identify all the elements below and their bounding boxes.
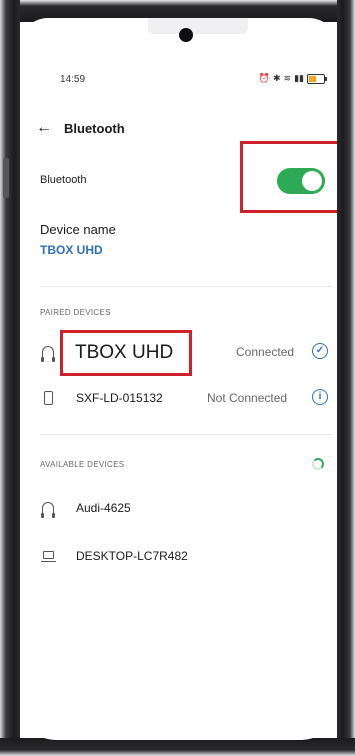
back-arrow-icon[interactable]: ← [36,119,56,137]
phone-bezel-bottom [0,738,355,756]
available-device-name: Audi-4625 [76,501,131,515]
phone-screen: 14:59 ⏰ ✱ ≋ ▮▮ ← Bluetooth Bluetooth Dev… [20,18,337,740]
scanning-spinner-icon [312,458,324,470]
phone-side-button [3,158,9,198]
headphone-icon [40,344,56,362]
device-name-row[interactable]: Device name TBOX UHD [40,222,116,257]
available-device-row-2[interactable]: DESKTOP-LC7R482 [20,544,337,572]
phone-bezel-left [0,0,20,756]
bluetooth-toggle-label: Bluetooth [40,174,87,186]
paired-device-status: Not Connected [207,391,288,405]
status-icons: ⏰ ✱ ≋ ▮▮ [258,73,327,84]
phone-icon [40,390,56,406]
divider [40,434,332,435]
device-name-value: TBOX UHD [40,243,103,257]
available-device-name: DESKTOP-LC7R482 [76,549,188,563]
laptop-icon [40,548,56,564]
status-bar: 14:59 ⏰ ✱ ≋ ▮▮ [20,73,337,90]
app-header: ← Bluetooth [36,118,125,138]
phone-bezel-right [337,0,355,756]
highlight-box-device-name [60,330,192,376]
check-icon[interactable]: ✓ [312,343,328,359]
camera-strip [148,18,248,34]
device-name-label: Device name [40,222,116,237]
available-devices-header: AVAILABLE DEVICES [40,460,125,469]
bluetooth-icon: ✱ [273,73,281,83]
page-title: Bluetooth [64,120,125,136]
front-camera [179,28,193,42]
paired-device-status: Connected [236,345,295,359]
highlight-box-toggle [240,141,337,213]
alarm-icon: ⏰ [258,73,270,83]
signal-icon: ▮▮ [294,73,304,83]
headphone-icon [40,500,56,518]
info-icon[interactable]: i [312,389,328,405]
paired-device-name: SXF-LD-015132 [76,391,163,405]
status-time: 14:59 [60,74,86,85]
paired-device-row-2[interactable]: SXF-LD-015132 Not Connected i [20,386,337,414]
wifi-icon: ≋ [283,73,292,83]
available-device-row-1[interactable]: Audi-4625 [20,496,337,524]
battery-icon [307,73,327,84]
paired-devices-header: PAIRED DEVICES [40,308,111,317]
divider [40,286,332,287]
